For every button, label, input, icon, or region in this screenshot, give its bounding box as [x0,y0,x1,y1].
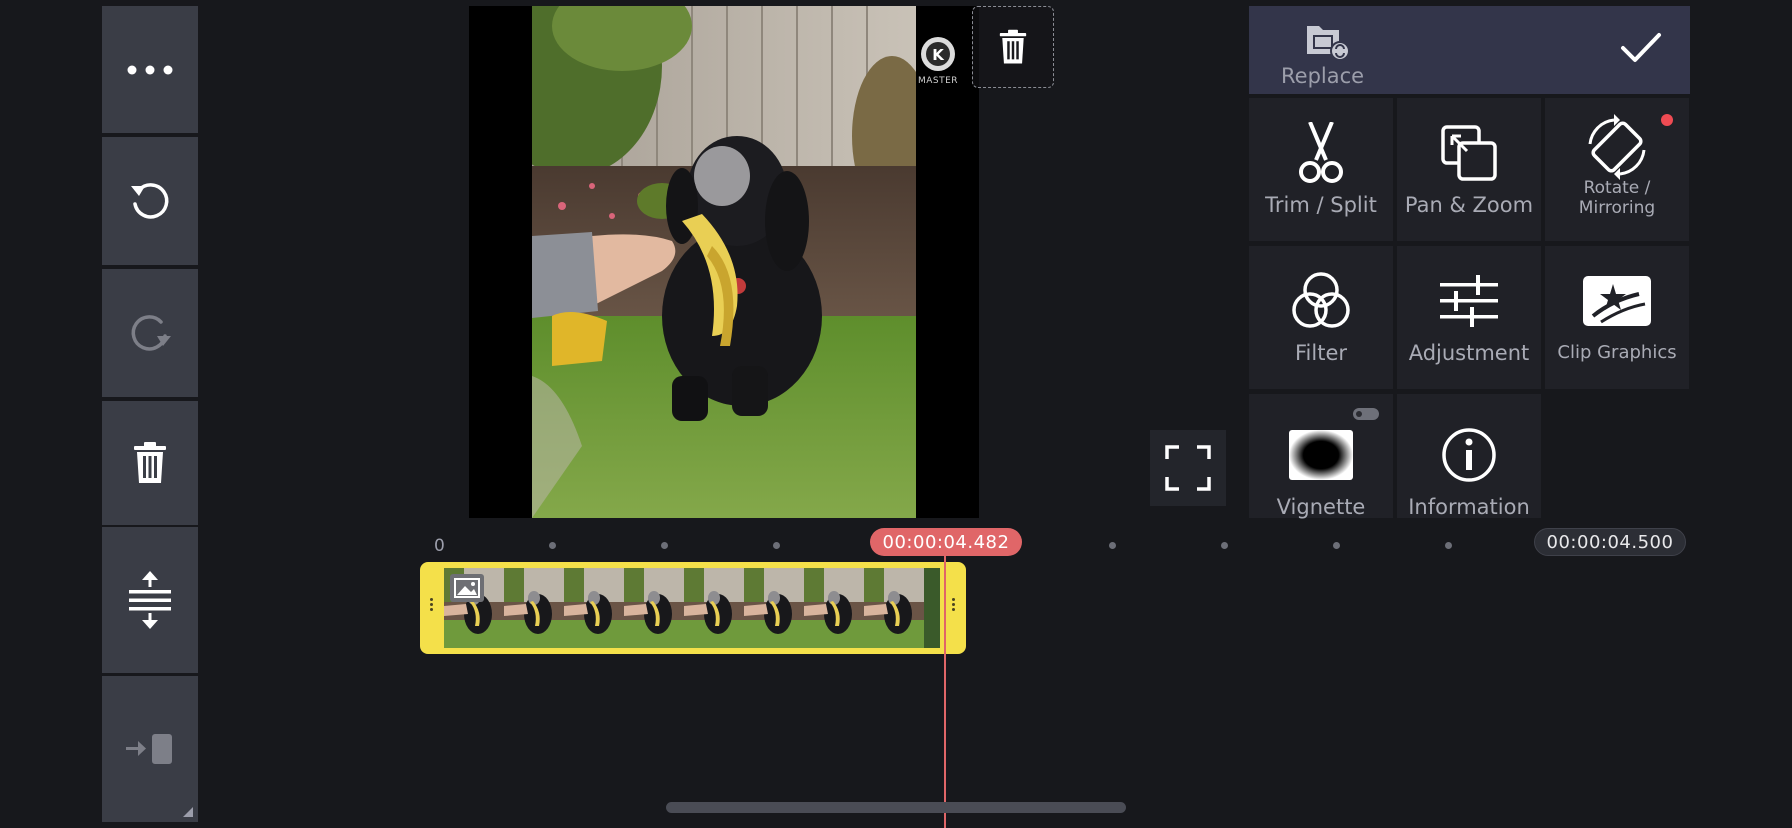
preview-photo [532,6,916,518]
new-badge-dot [1661,114,1673,126]
timeline-scrollbar[interactable] [666,802,1126,813]
clip-thumbnails [444,568,940,648]
clip-right-handle[interactable] [952,596,956,620]
tool-label-line1: Rotate / [1583,178,1651,198]
info-icon [1442,428,1496,482]
more-options-button[interactable] [102,6,198,133]
tool-label: Vignette [1276,495,1366,519]
tool-adjustment[interactable]: Adjustment [1397,246,1541,389]
scissors-icon [1299,122,1343,183]
watermark-text: MASTER [917,76,959,86]
svg-text:K: K [932,46,945,64]
video-preview[interactable]: K MASTER [469,6,979,518]
tool-information[interactable]: Information [1397,394,1541,518]
preview-delete-button[interactable] [972,6,1054,88]
tool-label-line2: Mirroring [1578,198,1656,218]
playhead-line[interactable] [944,556,946,828]
tool-rotate-mirroring[interactable]: Rotate / Mirroring [1545,98,1689,241]
check-icon [1621,33,1661,62]
replace-button[interactable] [1305,22,1351,66]
ruler-tick [1221,542,1228,549]
rotate-icon [1588,114,1646,180]
trash-icon [999,29,1027,64]
tool-label: Pan & Zoom [1404,193,1534,217]
filter-icon [1292,272,1350,328]
delete-button[interactable] [102,401,198,525]
clip-left-handle[interactable] [430,596,434,620]
tool-label: Information [1408,495,1530,519]
clip-graphics-icon [1583,276,1651,326]
tool-clip-graphics[interactable]: Clip Graphics [1545,246,1689,389]
ruler-tick [1109,542,1116,549]
tool-filter[interactable]: Filter [1249,246,1393,389]
tool-label: Adjustment [1408,341,1530,365]
sliders-icon [1440,275,1498,327]
redo-icon [131,315,171,351]
trash-icon [134,442,166,483]
ruler-tick [773,542,780,549]
fullscreen-icon [1165,445,1211,491]
pan-zoom-icon [1441,125,1497,181]
tool-trim-split[interactable]: Trim / Split [1249,98,1393,241]
video-clip[interactable] [420,562,966,654]
vignette-toggle[interactable] [1353,408,1379,420]
ruler-tick [1333,542,1340,549]
vignette-icon [1289,430,1353,480]
tool-label: Filter [1294,341,1347,365]
tool-vignette[interactable]: Vignette [1249,394,1393,518]
ruler-tick [1445,542,1452,549]
playhead-time: 00:00:04.482 [870,528,1022,556]
replace-media-icon [1307,26,1350,61]
fullscreen-button[interactable] [1150,430,1226,506]
undo-icon [131,183,169,219]
tool-label: Trim / Split [1265,193,1377,217]
ruler-tick [549,542,556,549]
replace-bar: Replace [1249,6,1690,94]
undo-button[interactable] [102,137,198,265]
replace-label[interactable]: Replace [1281,64,1364,88]
timeline[interactable]: 0 00:00:04.482 00:00:04.500 [0,526,1792,828]
redo-button[interactable] [102,269,198,397]
ellipsis-icon [127,65,173,74]
confirm-button[interactable] [1620,32,1662,68]
ruler-start-label: 0 [434,536,445,556]
ruler-tick [661,542,668,549]
tool-pan-zoom[interactable]: Pan & Zoom [1397,98,1541,241]
image-clip-icon [450,574,484,602]
tools-grid: Trim / Split Pan & Zoom Rotate / Mirrori… [1249,98,1690,518]
tool-label: Clip Graphics [1557,342,1677,363]
project-end-time: 00:00:04.500 [1534,528,1686,556]
